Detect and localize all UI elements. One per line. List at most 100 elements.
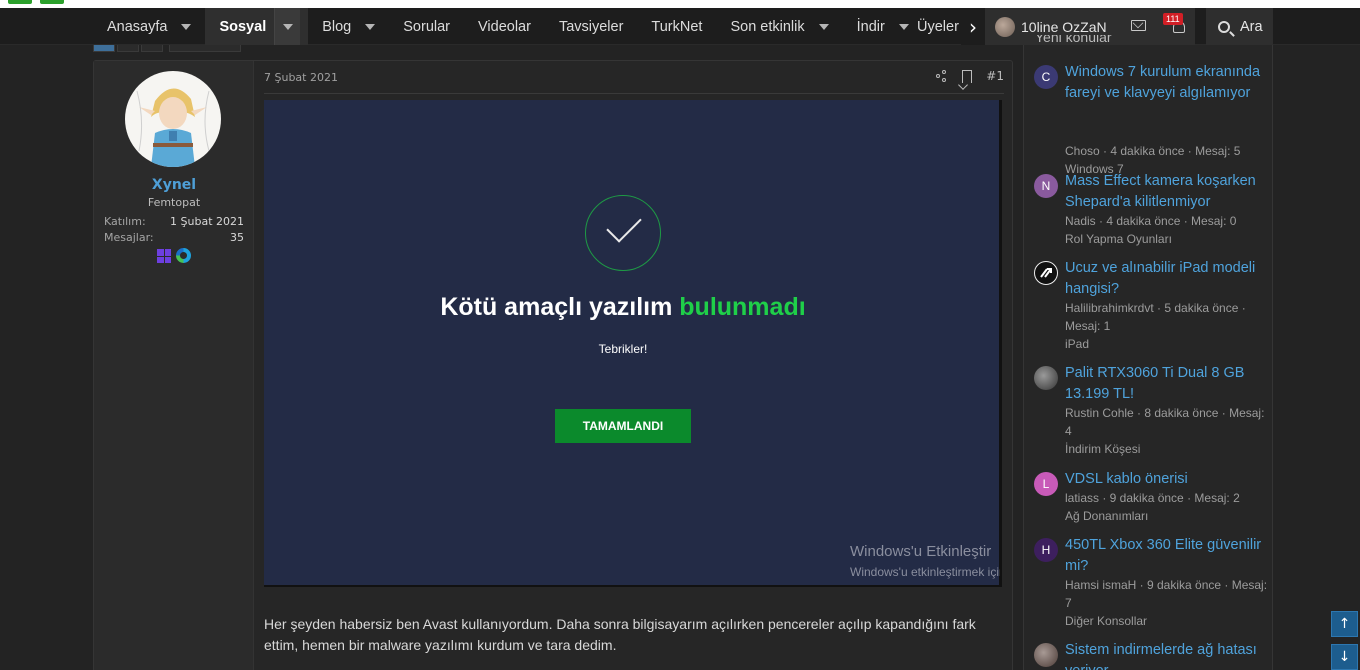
thread-meta: Nadis · 4 dakika önce · Mesaj: 0 [1065, 214, 1237, 228]
thread-title[interactable]: Ucuz ve alınabilir iPad modeli hangisi? [1065, 258, 1269, 300]
thread-forum[interactable]: İndirim Köşesi [1065, 440, 1269, 458]
thread-title[interactable]: Sistem indirmelerde ağ hatası veriyor [1065, 640, 1269, 670]
nav-item-turknet[interactable]: TurkNet [637, 8, 716, 45]
pagination-remnant [93, 45, 241, 52]
chevron-right-icon[interactable]: › [961, 8, 985, 45]
browser-tab-marker [40, 0, 64, 4]
nav-label: Son etkinlik [730, 18, 805, 35]
thread-meta: Choso · 4 dakika önce · Mesaj: 5 [1065, 144, 1241, 158]
page-button[interactable] [117, 45, 139, 52]
nav-label: Blog [322, 18, 352, 35]
thread-forum[interactable]: Ağ Donanımları [1065, 507, 1269, 525]
avatar[interactable]: H [1034, 538, 1058, 562]
search-label: Ara [1240, 18, 1263, 35]
joined-value: 1 Şubat 2021 [170, 215, 244, 228]
arrow-down-icon: ↓ [1338, 649, 1351, 665]
scan-result-subline: Tebrikler! [598, 342, 648, 356]
thread-title[interactable]: 450TL Xbox 360 Elite güvenilir mi? [1065, 535, 1269, 577]
nav-item-indir[interactable]: İndir [843, 8, 923, 45]
thread-title[interactable]: Palit RTX3060 Ti Dual 8 GB 13.199 TL! [1065, 363, 1269, 405]
scan-result-headline: Kötü amaçlı yazılım bulunmadı [264, 293, 982, 322]
post-number[interactable]: #1 [986, 69, 1004, 83]
post-user-panel: Xynel Femtopat Katılım: 1 Şubat 2021 Mes… [94, 61, 254, 670]
scroll-top-button[interactable]: ↑ [1331, 611, 1358, 637]
nav-label: İndir [856, 18, 885, 35]
avatar-illustration [136, 88, 210, 167]
avatar[interactable]: C [1034, 65, 1058, 89]
scroll-bottom-button[interactable]: ↓ [1331, 644, 1358, 670]
search-button[interactable]: Ara [1206, 8, 1273, 45]
avatar [995, 16, 1015, 37]
account-name: 10line OzZaN [1021, 18, 1107, 35]
thread-forum[interactable]: Diğer Konsollar [1065, 612, 1269, 630]
activation-watermark-sub: Windows'u etkinleştirmek için [850, 565, 1000, 579]
nav-item-uyeler[interactable]: Üyeler [917, 8, 961, 45]
avatar[interactable] [125, 71, 221, 167]
avatar[interactable]: L [1034, 472, 1058, 496]
thread-forum[interactable]: iPad [1065, 335, 1269, 353]
nav-label: Sorular [403, 18, 450, 35]
nav-item-anasayfa[interactable]: Anasayfa [93, 8, 205, 45]
forum-post: Xynel Femtopat Katılım: 1 Şubat 2021 Mes… [93, 60, 1013, 670]
nav-item-videolar[interactable]: Videolar [464, 8, 545, 45]
nav-dropdown-toggle[interactable] [274, 8, 301, 45]
post-author-title: Femtopat [147, 196, 201, 209]
nav-item-sorular[interactable]: Sorular [389, 8, 464, 45]
post-actions: #1 [936, 69, 1004, 83]
nav-label: Videolar [478, 18, 531, 35]
thread-meta: Halilibrahimkrdvt · 5 dakika önce · Mesa… [1065, 301, 1246, 333]
thread-meta: latiass · 9 dakika önce · Mesaj: 2 [1065, 491, 1240, 505]
page-jump-button[interactable] [169, 45, 241, 52]
post-body: Her şeyden habersiz ben Avast kullanıyor… [264, 616, 976, 653]
post-date[interactable]: 7 Şubat 2021 [264, 71, 338, 84]
headline-text: Kötü amaçlı yazılım [440, 293, 680, 321]
messages-value[interactable]: 35 [230, 231, 244, 244]
divider [264, 93, 1004, 94]
browser-tab-marker [8, 0, 32, 4]
mail-icon[interactable] [1131, 20, 1146, 31]
thread-forum[interactable]: Rol Yapma Oyunları [1065, 230, 1269, 248]
avatar[interactable] [1034, 643, 1058, 667]
success-circle [585, 195, 661, 271]
nav-label: Anasayfa [107, 18, 168, 35]
nav-label: Sosyal [219, 18, 267, 35]
bookmark-icon[interactable] [962, 69, 973, 83]
post-attachment-image[interactable]: Kötü amaçlı yazılım bulunmadı Tebrikler!… [264, 100, 1002, 587]
avatar[interactable]: N [1034, 174, 1058, 198]
page-button[interactable] [141, 45, 163, 52]
chevron-down-icon [282, 23, 293, 30]
nav-item-sosyal[interactable]: Sosyal [205, 8, 309, 45]
arrow-up-icon: ↑ [1338, 616, 1351, 632]
chevron-down-icon[interactable] [181, 23, 192, 30]
avatar[interactable] [1034, 261, 1058, 285]
post-author-name[interactable]: Xynel [94, 177, 254, 193]
thread-meta: Hamsi ismaH · 9 dakika önce · Mesaj: 7 [1065, 578, 1268, 610]
nav-item-blog[interactable]: Blog [308, 8, 389, 45]
nav-label: Tavsiyeler [558, 18, 624, 35]
nav-label: Üyeler [917, 18, 959, 35]
thread-title[interactable]: Windows 7 kurulum ekranında fareyi ve kl… [1065, 62, 1269, 104]
checkmark-icon [606, 207, 642, 243]
chevron-down-icon[interactable] [898, 23, 909, 30]
thread-title[interactable]: VDSL kablo önerisi [1065, 469, 1269, 490]
joined-label: Katılım: [104, 215, 146, 228]
sidebar-heading[interactable]: Yeni konular [1035, 35, 1112, 45]
browser-top-strip [0, 0, 1360, 8]
avatar[interactable] [1034, 366, 1058, 390]
nav-label: TurkNet [651, 18, 703, 35]
edge-icon [176, 248, 191, 263]
chevron-down-icon[interactable] [818, 23, 829, 30]
search-icon [1218, 20, 1230, 33]
windows-icon [157, 249, 171, 263]
thread-title[interactable]: Mass Effect kamera koşarken Shepard'a ki… [1065, 171, 1269, 213]
sidebar-new-threads: Yeni konular C Windows 7 kurulum ekranın… [1023, 35, 1273, 670]
share-icon[interactable] [936, 70, 948, 82]
brand-logo-icon [1040, 268, 1052, 278]
chevron-down-icon[interactable] [365, 23, 376, 30]
nav-item-tavsiyeler[interactable]: Tavsiyeler [545, 8, 637, 45]
done-button: TAMAMLANDI [555, 409, 691, 443]
nav-item-son-etkinlik[interactable]: Son etkinlik [716, 8, 842, 45]
page-button[interactable] [93, 45, 115, 52]
nav-overflow-clip: Üyeler [917, 8, 961, 45]
nav-menu: Anasayfa Sosyal Blog Sorular Videolar Ta… [93, 8, 923, 45]
